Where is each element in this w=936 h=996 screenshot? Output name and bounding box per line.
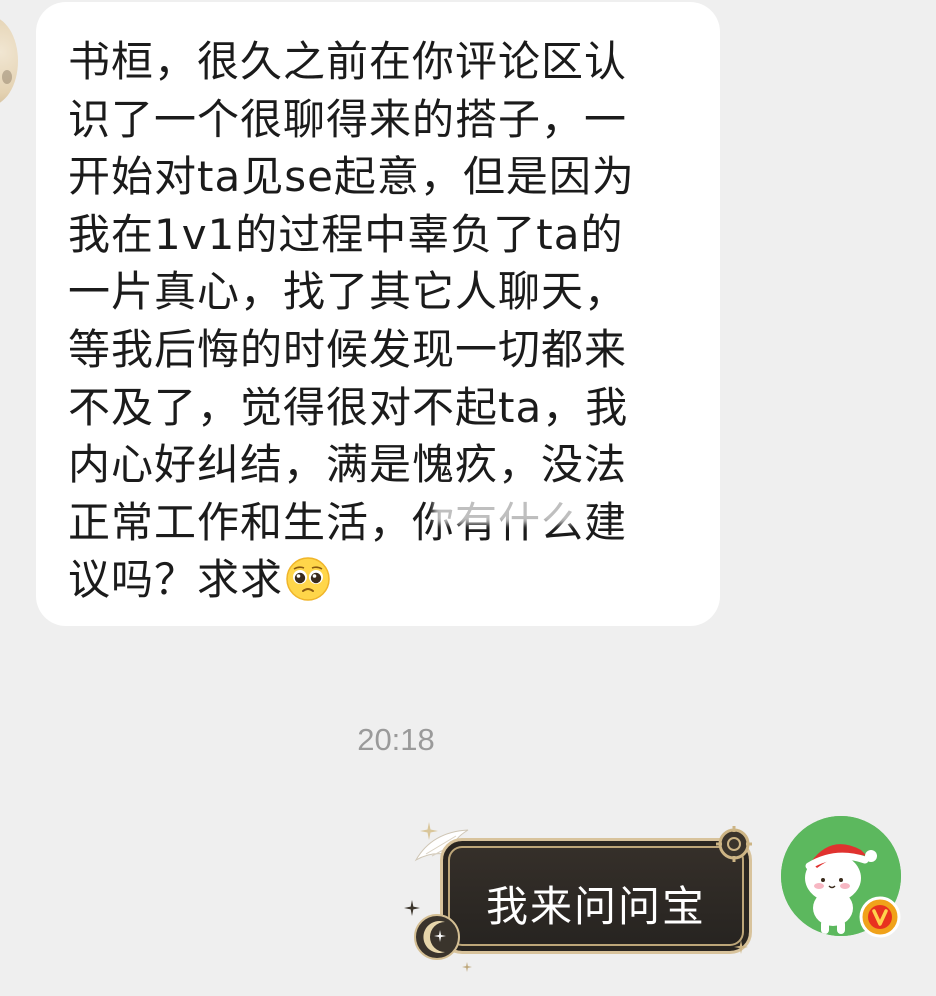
verified-v-badge-icon [859,896,901,938]
pleading-face-emoji [286,557,330,602]
message-line: 不及了，觉得很对不起ta，我 [68,382,629,432]
message-line: 书桓，很久之前在你评论区认 [68,37,628,86]
message-line: 正常工作和生活，你有什么建 [68,497,628,547]
outgoing-message-bubble[interactable]: 我来问问宝 [440,838,752,954]
message-line: 等我后悔的时候发现一切都来 [68,324,628,374]
sparkle-icon [420,822,438,840]
message-line: 开始对ta见se起意，但是因为 [68,152,635,202]
message-line: 一片真心，找了其它人聊天， [68,267,628,317]
message-line-text: 议吗？求求 [68,555,284,605]
redaction-blur [434,486,586,524]
message-timestamp: 20:18 [357,722,435,757]
outgoing-message-text: 我来问问宝 [485,882,706,931]
incoming-message-bubble[interactable]: 书桓，很久之前在你评论区认 识了一个很聊得来的搭子，一 开始对ta见se起意，但… [36,2,720,626]
sparkle-icon [734,940,748,954]
sparkle-icon [462,962,472,972]
message-line: 识了一个很聊得来的搭子，一 [68,94,628,144]
message-line: 议吗？求求 [68,551,700,609]
message-line: 我在1v1的过程中辜负了ta的 [68,209,624,259]
moon-ornament-icon [414,914,460,960]
sender-avatar[interactable] [0,16,18,106]
message-line: 内心好纠结，满是愧疚，没法 [68,440,628,490]
gear-ornament-icon [716,826,752,862]
